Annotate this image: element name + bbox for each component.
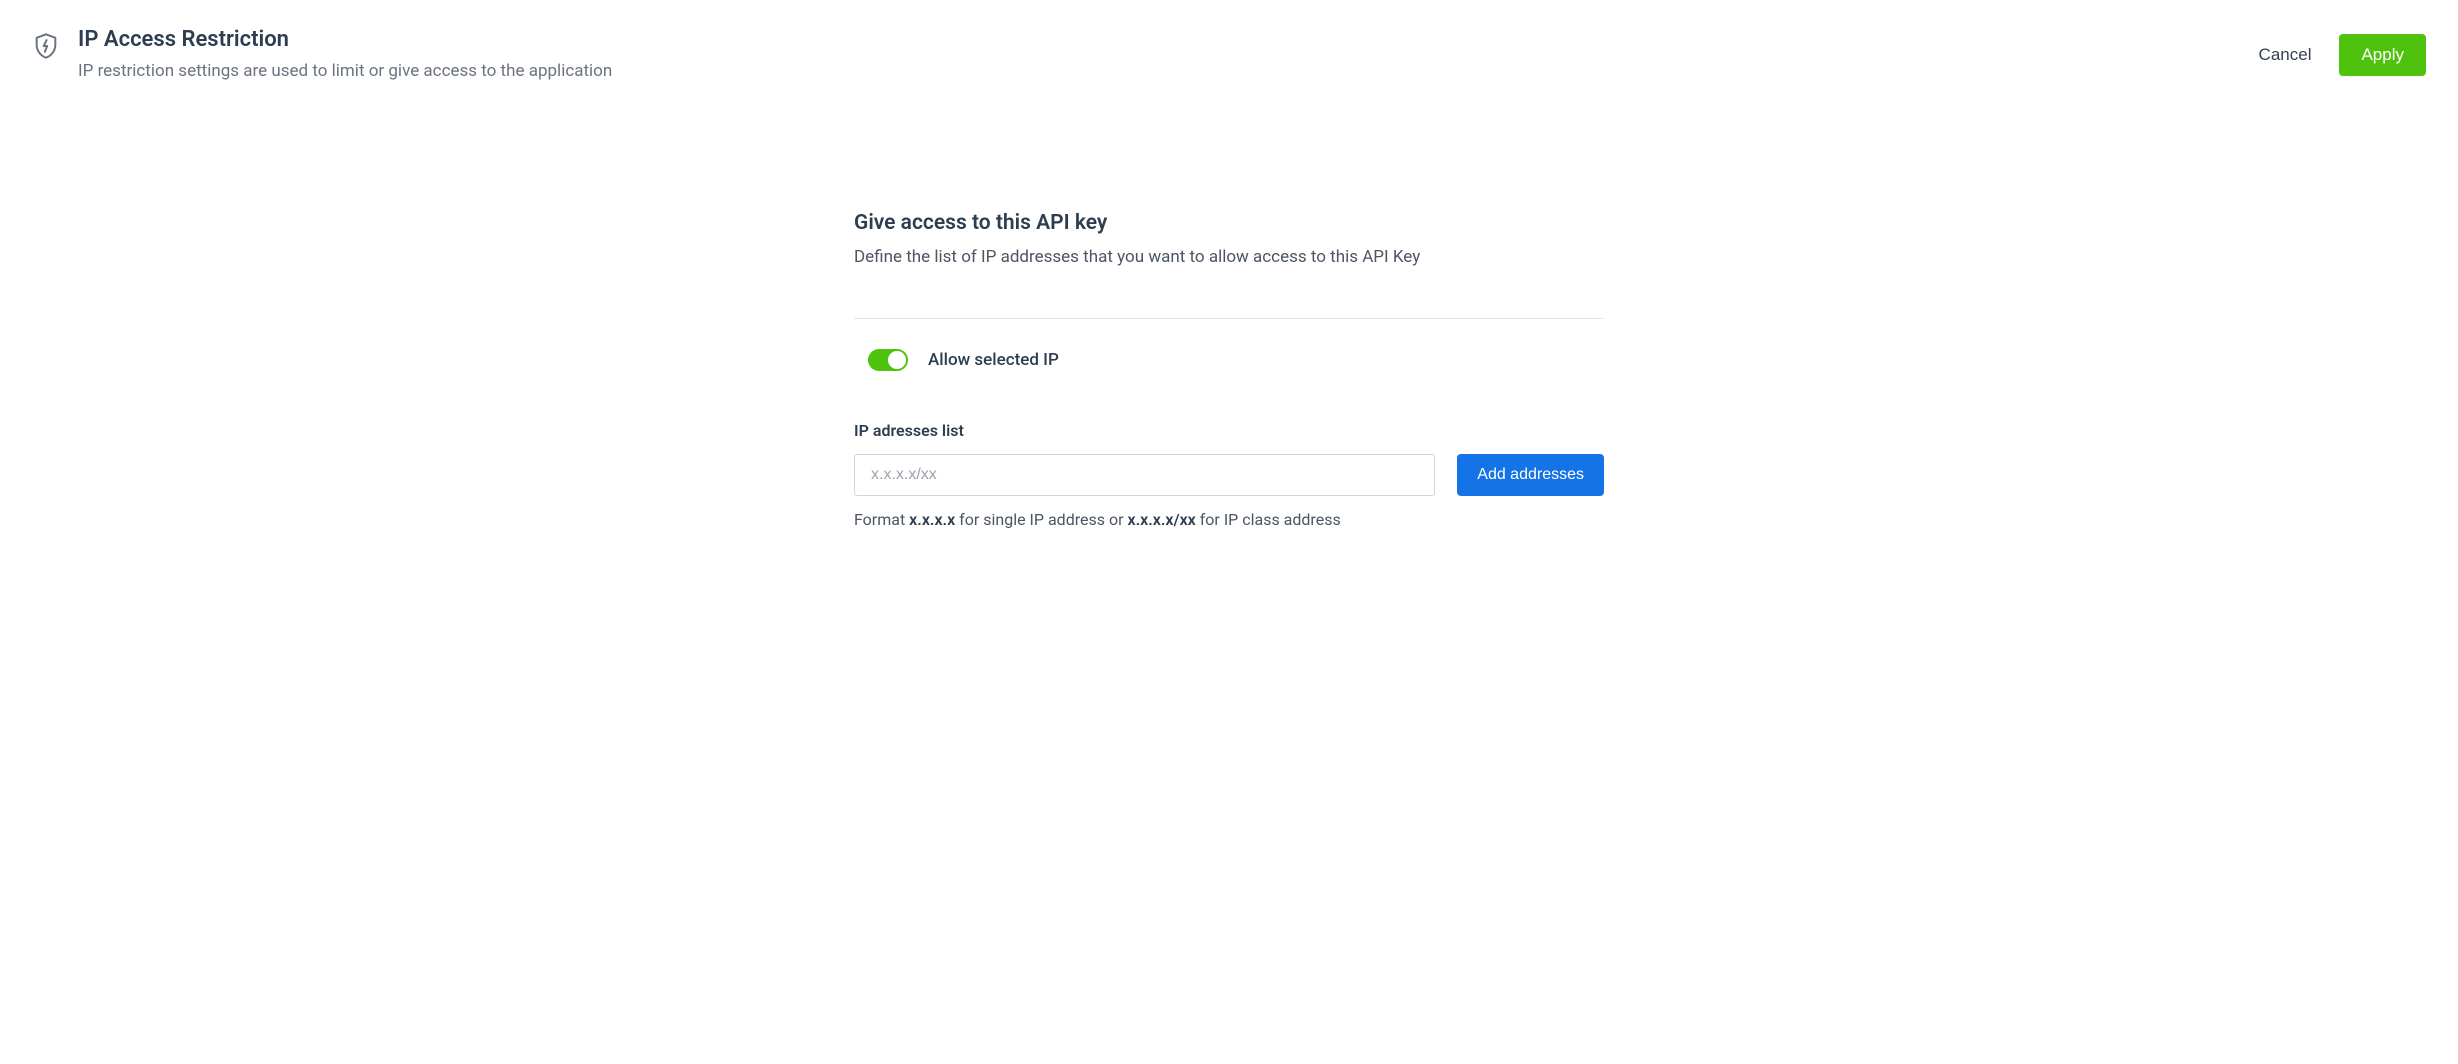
ip-input-row: Add addresses: [854, 454, 1604, 496]
cancel-button[interactable]: Cancel: [2253, 35, 2318, 75]
page-header: IP Access Restriction IP restriction set…: [0, 0, 2458, 81]
ip-list-label: IP adresses list: [854, 421, 1604, 440]
shield-lightning-icon: [32, 32, 60, 60]
hint-mid: for single IP address or: [955, 510, 1127, 529]
hint-prefix: Format: [854, 510, 909, 529]
page-title: IP Access Restriction: [78, 26, 612, 55]
header-left: IP Access Restriction IP restriction set…: [32, 26, 612, 81]
allow-ip-toggle[interactable]: [868, 349, 908, 371]
main-content: Give access to this API key Define the l…: [854, 211, 1604, 530]
hint-suffix: for IP class address: [1196, 510, 1341, 529]
allow-ip-toggle-row: Allow selected IP: [854, 349, 1604, 371]
hint-bold-single: x.x.x.x: [909, 510, 955, 529]
section-title: Give access to this API key: [854, 211, 1604, 235]
ip-address-input[interactable]: [854, 454, 1435, 496]
section-subtitle: Define the list of IP addresses that you…: [854, 245, 1604, 271]
apply-button[interactable]: Apply: [2339, 34, 2426, 76]
divider: [854, 318, 1604, 319]
header-text: IP Access Restriction IP restriction set…: [78, 26, 612, 81]
hint-bold-cidr: x.x.x.x/xx: [1127, 510, 1195, 529]
toggle-knob: [888, 351, 906, 369]
page-subtitle: IP restriction settings are used to limi…: [78, 61, 612, 81]
add-addresses-button[interactable]: Add addresses: [1457, 454, 1604, 496]
allow-ip-toggle-label: Allow selected IP: [928, 350, 1059, 370]
header-actions: Cancel Apply: [2253, 26, 2426, 76]
format-hint: Format x.x.x.x for single IP address or …: [854, 510, 1604, 529]
